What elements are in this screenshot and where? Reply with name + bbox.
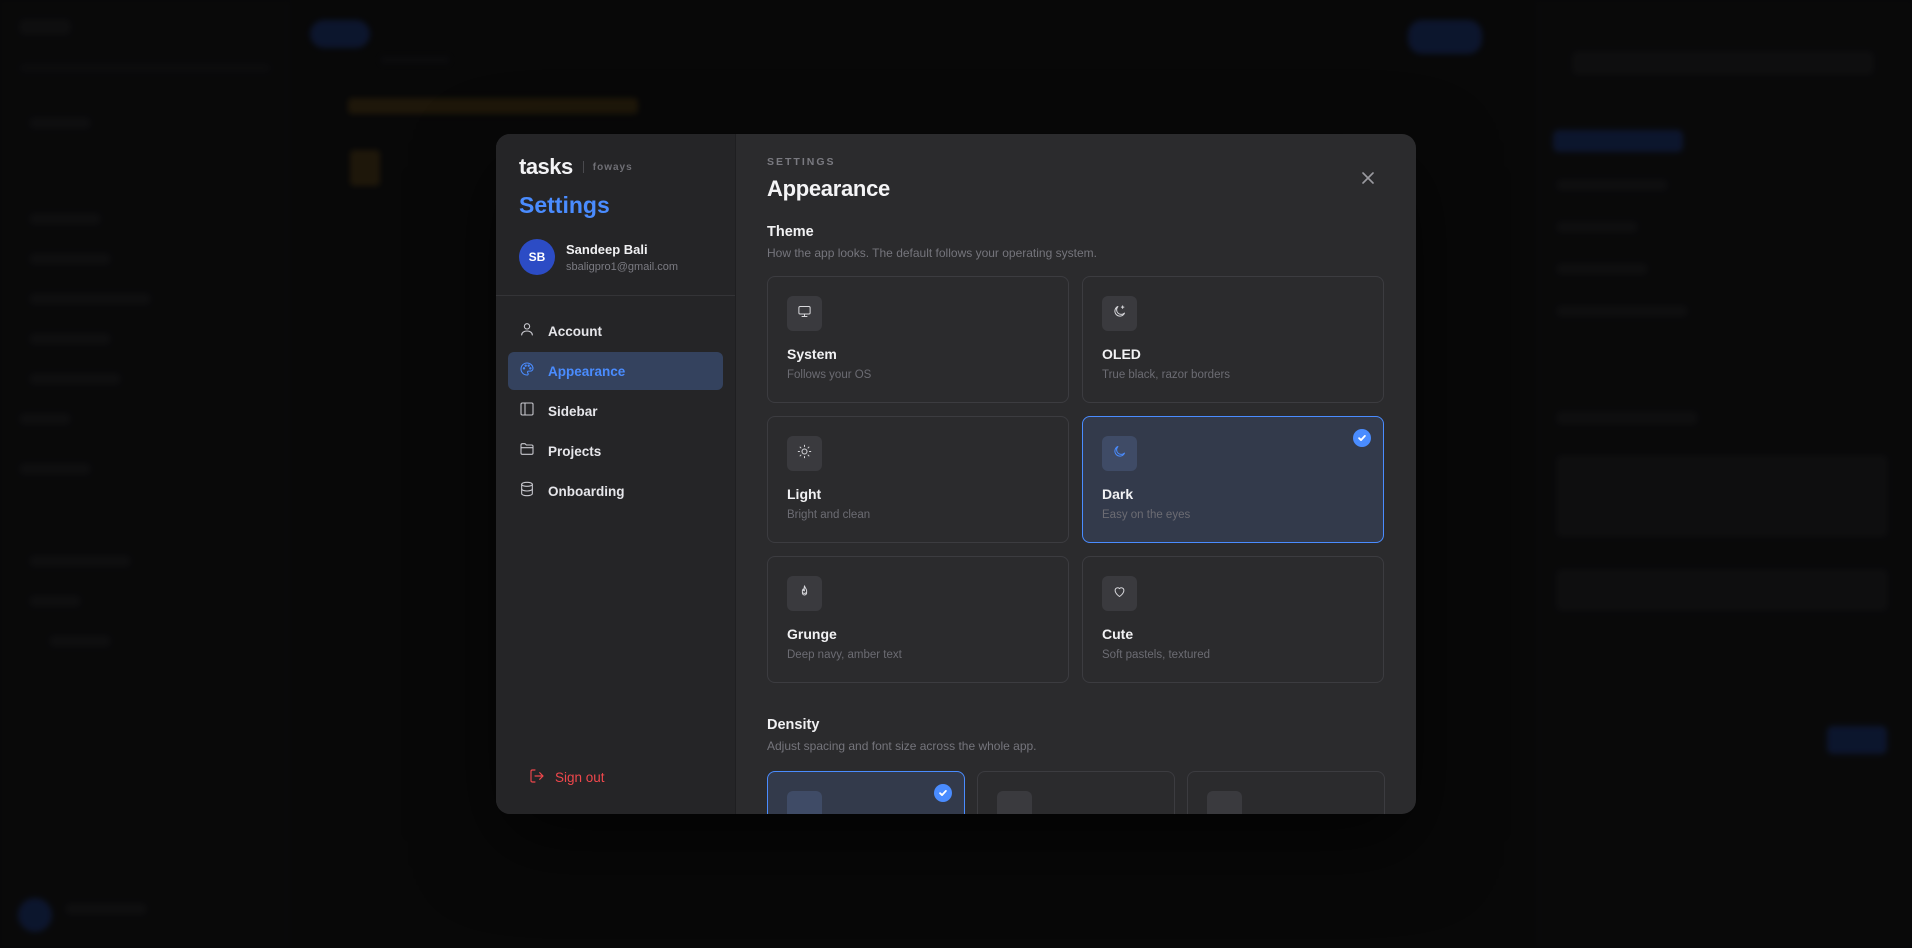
theme-option-dark[interactable]: Dark Easy on the eyes	[1082, 416, 1384, 543]
nav-item-label: Account	[548, 323, 602, 339]
theme-option-name: Light	[787, 486, 822, 502]
theme-option-grunge[interactable]: Grunge Deep navy, amber text	[767, 556, 1069, 683]
theme-option-light[interactable]: Light Bright and clean	[767, 416, 1069, 543]
close-icon	[1362, 171, 1374, 189]
theme-description: How the app looks. The default follows y…	[767, 246, 1097, 260]
logout-icon	[529, 768, 545, 787]
moon-star-icon	[1112, 304, 1127, 324]
brand-divider	[582, 161, 584, 173]
theme-option-desc: Deep navy, amber text	[787, 649, 902, 661]
settings-modal: tasks foways Settings SB Sandeep Bali sb…	[496, 134, 1416, 814]
selected-check-icon	[1353, 429, 1371, 447]
close-button[interactable]	[1358, 170, 1378, 190]
signout-button[interactable]: Sign out	[519, 768, 605, 787]
theme-option-name: OLED	[1102, 346, 1141, 362]
theme-option-desc: Bright and clean	[787, 509, 871, 521]
theme-option-name: Cute	[1102, 626, 1134, 642]
density-option[interactable]	[767, 771, 965, 814]
signout-label: Sign out	[555, 770, 605, 785]
nav-item-account[interactable]: Account	[508, 312, 723, 350]
moon-icon	[1112, 444, 1127, 464]
brand: tasks foways	[508, 154, 723, 180]
density-heading: Density	[767, 717, 820, 733]
nav-item-label: Sidebar	[548, 403, 598, 419]
page-title: Appearance	[767, 176, 890, 201]
nav-item-appearance[interactable]: Appearance	[508, 352, 723, 390]
density-description: Adjust spacing and font size across the …	[767, 739, 1037, 753]
palette-icon	[519, 361, 535, 382]
section-eyebrow: SETTINGS	[767, 156, 836, 168]
nav-item-label: Projects	[548, 443, 602, 459]
density-icon	[997, 791, 1032, 814]
theme-option-name: Grunge	[787, 626, 837, 642]
heart-icon	[1112, 584, 1127, 604]
folder-icon	[519, 441, 535, 462]
sun-icon	[797, 444, 812, 464]
nav-item-label: Onboarding	[548, 483, 625, 499]
settings-content: SETTINGS Appearance Theme How the app lo…	[736, 134, 1416, 814]
nav-item-projects[interactable]: Projects	[508, 432, 723, 470]
user-email: sbaligpro1@gmail.com	[566, 260, 679, 273]
settings-sidebar: tasks foways Settings SB Sandeep Bali sb…	[496, 134, 736, 814]
theme-option-desc: Easy on the eyes	[1102, 509, 1191, 521]
theme-options: System Follows your OS OLED True black, …	[767, 276, 1385, 683]
user-card: SB Sandeep Bali sbaligpro1@gmail.com	[496, 239, 735, 296]
settings-nav: Account Appearance Sidebar Projects Onbo…	[508, 312, 723, 510]
density-options	[767, 771, 1385, 814]
density-icon	[787, 791, 822, 814]
density-option[interactable]	[977, 771, 1175, 814]
user-icon	[519, 321, 535, 342]
nav-item-sidebar[interactable]: Sidebar	[508, 392, 723, 430]
theme-option-desc: True black, razor borders	[1102, 369, 1231, 381]
density-icon	[1207, 791, 1242, 814]
database-icon	[519, 481, 535, 502]
user-name: Sandeep Bali	[566, 241, 648, 257]
flame-icon	[797, 584, 812, 604]
theme-option-cute[interactable]: Cute Soft pastels, textured	[1082, 556, 1384, 683]
monitor-icon	[797, 304, 812, 324]
brand-name: tasks	[519, 154, 573, 179]
theme-option-desc: Follows your OS	[787, 369, 872, 381]
theme-option-oled[interactable]: OLED True black, razor borders	[1082, 276, 1384, 403]
avatar: SB	[519, 239, 555, 275]
density-option[interactable]	[1187, 771, 1385, 814]
nav-item-onboarding[interactable]: Onboarding	[508, 472, 723, 510]
selected-check-icon	[934, 784, 952, 802]
brand-org: foways	[592, 161, 633, 173]
theme-option-desc: Soft pastels, textured	[1102, 649, 1211, 661]
sidebar-icon	[519, 401, 535, 422]
theme-heading: Theme	[767, 224, 814, 240]
theme-option-name: Dark	[1102, 486, 1134, 502]
nav-item-label: Appearance	[548, 363, 626, 379]
settings-title: Settings	[519, 192, 610, 218]
theme-option-system[interactable]: System Follows your OS	[767, 276, 1069, 403]
theme-option-name: System	[787, 346, 837, 362]
